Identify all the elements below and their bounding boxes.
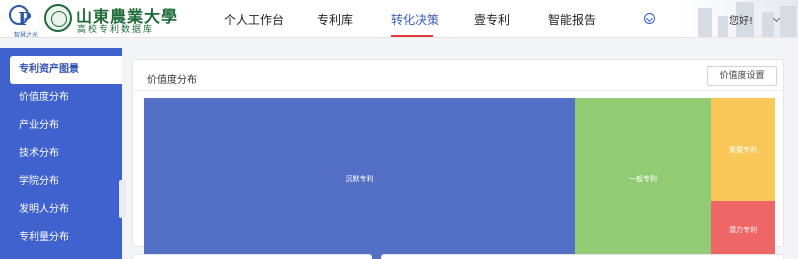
- value-settings-button[interactable]: 价值度设置: [707, 66, 777, 86]
- logo-icon: P: [9, 5, 32, 30]
- top-header: P 智慧之光 山東農業大學 高校专利数据库 个人工作台 专利库 转化决策 壹专利…: [0, 0, 798, 38]
- nav-yi-patent[interactable]: 壹专利: [474, 11, 510, 28]
- sidebar-item-value-distribution[interactable]: 价值度分布: [0, 84, 122, 112]
- sidebar-item-college-distribution[interactable]: 学院分布: [0, 168, 122, 196]
- sidebar-item-inventor-distribution[interactable]: 发明人分布: [0, 196, 122, 224]
- treemap-label: 重要专利: [729, 145, 757, 154]
- bottom-card-left: [132, 254, 372, 259]
- panel-title: 价值度分布: [147, 75, 197, 86]
- sidebar-item-patent-asset-landscape[interactable]: 专利资产图景: [10, 56, 122, 84]
- treemap-cell-potential-patent[interactable]: 潜力专利: [711, 201, 775, 259]
- value-treemap: 沉默专利 一般专利 重要专利 潜力专利: [144, 98, 775, 259]
- treemap-cell-general-patent[interactable]: 一般专利: [575, 98, 711, 259]
- sidebar: 专利资产图景 价值度分布 产业分布 技术分布 学院分布 发明人分布 专利量分布: [0, 48, 122, 259]
- user-greeting[interactable]: 您好!: [729, 12, 753, 27]
- sidebar-item-technology-distribution[interactable]: 技术分布: [0, 140, 122, 168]
- treemap-label: 沉默专利: [345, 174, 374, 183]
- nav-patent-library[interactable]: 专利库: [317, 11, 353, 28]
- nav-personal-workbench[interactable]: 个人工作台: [224, 11, 284, 28]
- svg-text:P: P: [18, 9, 32, 30]
- active-nav-indicator: [391, 35, 433, 37]
- nav-transformation-decision[interactable]: 转化决策: [391, 11, 439, 28]
- university-subtitle: 高校专利数据库: [77, 25, 155, 35]
- panel-divider: [133, 90, 783, 91]
- treemap-label: 潜力专利: [729, 226, 757, 234]
- treemap-label: 一般专利: [629, 174, 657, 183]
- sidebar-scroll-handle[interactable]: [119, 180, 126, 218]
- sidebar-item-industry-distribution[interactable]: 产业分布: [0, 112, 122, 140]
- treemap-cell-silent-patent[interactable]: 沉默专利: [144, 98, 575, 259]
- nav-smart-report[interactable]: 智能报告: [548, 11, 596, 28]
- logo-subtitle: 智慧之光: [13, 32, 38, 38]
- user-icon[interactable]: [644, 13, 655, 24]
- university-seal-icon: [44, 4, 72, 32]
- treemap-cell-important-patent[interactable]: 重要专利: [711, 98, 775, 201]
- sidebar-item-patent-count-distribution[interactable]: 专利量分布: [0, 224, 122, 252]
- bottom-card-right: [381, 254, 784, 259]
